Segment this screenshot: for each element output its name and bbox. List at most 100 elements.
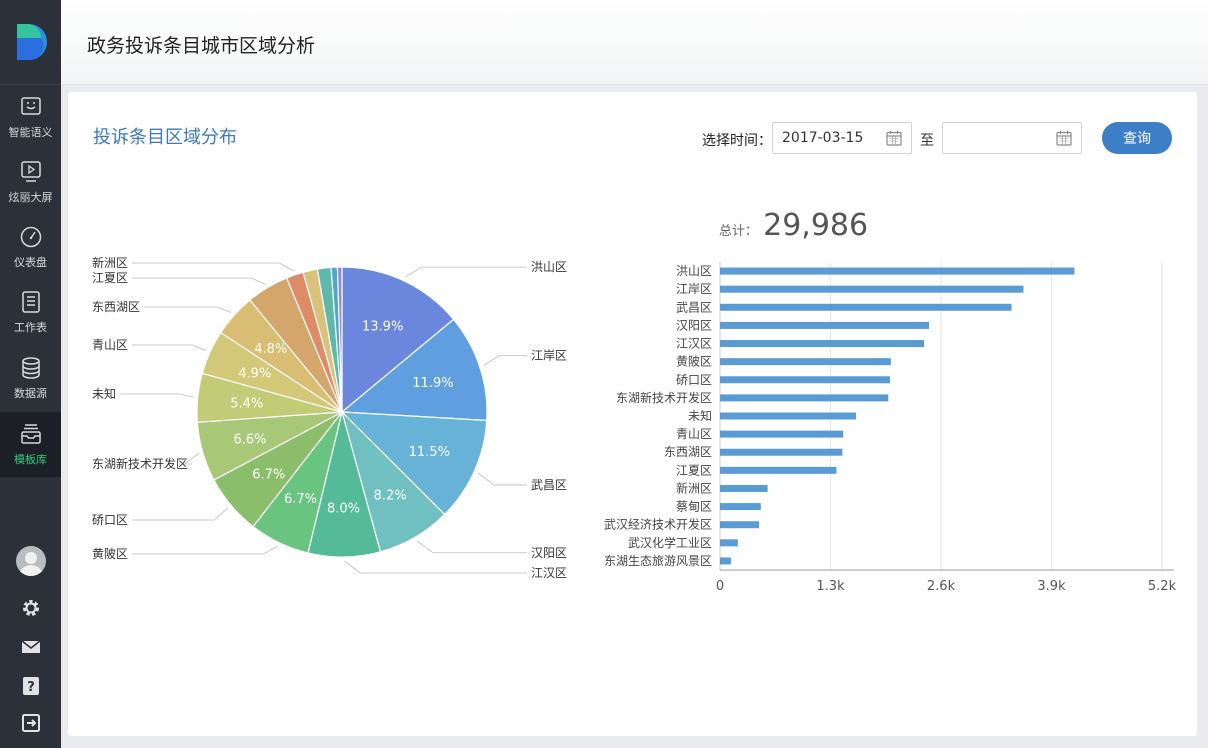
y-category-label: 洪山区 [676, 264, 712, 278]
y-category-label: 黄陂区 [676, 354, 712, 369]
help-button[interactable]: ? [0, 671, 61, 701]
bar[interactable] [720, 412, 856, 420]
bar[interactable] [720, 430, 844, 438]
pie-category-label: 汉阳区 [531, 546, 567, 560]
pie-category-label: 东西湖区 [92, 299, 140, 314]
bar[interactable] [720, 539, 738, 547]
bar[interactable] [720, 503, 761, 511]
leader-line [144, 306, 232, 313]
total-value: 29,986 [763, 208, 869, 243]
y-category-label: 硚口区 [676, 373, 712, 387]
gear-icon [22, 600, 39, 616]
bar[interactable] [720, 321, 930, 329]
bar[interactable] [720, 484, 768, 492]
pie-category-label: 江夏区 [92, 271, 128, 285]
y-category-label: 东湖新技术开发区 [616, 390, 712, 405]
bar[interactable] [720, 340, 924, 348]
bar[interactable] [720, 285, 1024, 293]
leader-line [416, 540, 527, 554]
total-label: 总计： [719, 224, 759, 239]
nav-item-smart-semantics[interactable]: 智能语义 [0, 85, 61, 150]
nav-item-worksheet[interactable]: 工作表 [0, 280, 61, 345]
calendar-icon[interactable] [1056, 130, 1072, 146]
pie-category-label: 黄陂区 [92, 546, 128, 561]
main-panel: 投诉条目区域分布 选择时间： 至 查询 13.9%洪山区11.9%江岸区11.5… [68, 92, 1197, 736]
leader-line [483, 355, 527, 366]
bar[interactable] [720, 303, 1012, 311]
time-label: 选择时间： [702, 133, 772, 149]
messages-button[interactable] [0, 632, 61, 662]
y-category-label: 汉阳区 [676, 318, 712, 332]
y-category-label: 东西湖区 [664, 444, 712, 459]
settings-button[interactable] [0, 593, 61, 623]
database-icon [21, 357, 40, 379]
leader-line [344, 560, 527, 574]
nav-item-datasource[interactable]: 数据源 [0, 346, 61, 411]
worksheet-icon [21, 291, 40, 313]
pie-data-label: 13.9% [362, 319, 403, 334]
nav-item-dashboard[interactable]: 仪表盘 [0, 215, 61, 280]
nav-label: 工作表 [14, 321, 47, 334]
avatar[interactable] [16, 546, 46, 576]
bar[interactable] [720, 358, 891, 366]
nav-label: 模板库 [14, 453, 47, 466]
bar[interactable] [720, 557, 732, 565]
svg-text:?: ? [27, 680, 35, 695]
pie-category-label: 武昌区 [531, 478, 567, 492]
template-icon [20, 424, 41, 444]
y-category-label: 未知 [688, 409, 712, 423]
x-tick-label: 0 [716, 579, 724, 594]
x-tick-label: 2.6k [927, 579, 956, 594]
pie-category-label: 洪山区 [531, 260, 567, 274]
nav-item-template-library[interactable]: 模板库 [0, 412, 61, 477]
nav-item-big-screen[interactable]: 炫丽大屏 [0, 150, 61, 215]
leader-line [132, 262, 294, 272]
total-summary: 总计： 29,986 [719, 208, 868, 243]
logout-button[interactable] [0, 708, 61, 738]
nav-label: 炫丽大屏 [8, 191, 53, 204]
bar[interactable] [720, 394, 889, 402]
y-category-label: 江夏区 [676, 463, 712, 477]
page-title: 政务投诉条目城市区域分析 [87, 35, 316, 57]
y-category-label: 江汉区 [676, 337, 712, 351]
help-icon: ? [22, 677, 39, 695]
smile-icon [20, 97, 41, 115]
bar[interactable] [720, 267, 1075, 275]
pie-data-label: 5.4% [230, 396, 263, 411]
sidebar: 智能语义 炫丽大屏 仪表盘 工作表 数据源 模板库 ? [0, 0, 61, 748]
app-logo[interactable] [0, 0, 61, 85]
pie-data-label: 11.9% [412, 376, 453, 391]
pie-data-label: 4.9% [238, 367, 271, 382]
pie-data-label: 8.2% [374, 489, 407, 504]
bar[interactable] [720, 466, 837, 474]
user-icon [19, 552, 43, 576]
bar[interactable] [720, 448, 843, 456]
y-category-label: 江岸区 [676, 282, 712, 296]
pie-data-label: 4.8% [254, 342, 287, 357]
pie-data-label: 11.5% [409, 445, 450, 460]
pie-category-label: 东湖新技术开发区 [92, 456, 188, 471]
pie-data-label: 8.0% [327, 502, 360, 517]
pie-category-label: 新洲区 [92, 255, 128, 270]
logout-icon [21, 714, 40, 732]
play-screen-icon [20, 161, 41, 182]
leader-line [477, 472, 527, 486]
leader-line [132, 277, 266, 285]
nav-label: 智能语义 [8, 126, 53, 139]
bar[interactable] [720, 376, 890, 384]
x-tick-label: 1.3k [816, 579, 845, 594]
header: 政务投诉条目城市区域分析 [61, 0, 1208, 85]
gauge-icon [20, 226, 41, 248]
logo-icon [16, 24, 47, 61]
query-button[interactable]: 查询 [1102, 122, 1172, 154]
pie-data-label: 6.7% [284, 492, 317, 507]
calendar-icon[interactable] [886, 130, 902, 146]
y-category-label: 武昌区 [676, 300, 712, 314]
y-category-label: 蔡甸区 [676, 500, 712, 514]
bar[interactable] [720, 521, 760, 529]
pie-chart: 13.9% 洪山区 11.9% 江岸区 11.5% 武昌区 8.2% 汉阳区 8.0% 江汉区 6.… [92, 255, 567, 580]
leader-line [132, 507, 229, 521]
pie-category-label: 江岸区 [531, 349, 567, 363]
pie-category-label: 硚口区 [92, 513, 128, 527]
pie-data-label: 6.6% [233, 432, 266, 447]
